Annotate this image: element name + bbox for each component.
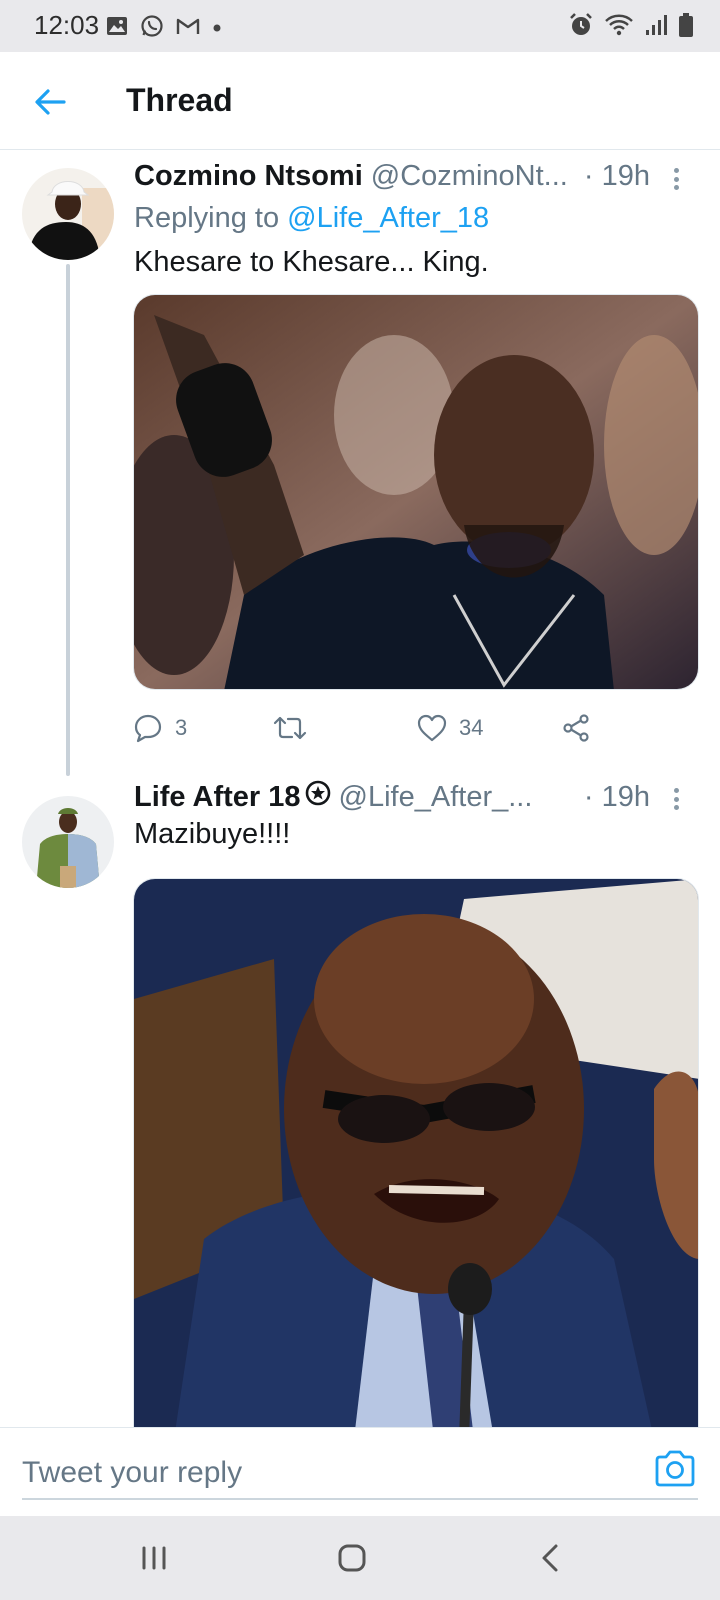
avatar[interactable] (22, 168, 114, 260)
system-navigation-bar (0, 1516, 720, 1600)
page-title: Thread (126, 82, 233, 118)
tweet-header: Life After 18 @Life_After_... · 19h (134, 780, 650, 814)
reply-icon (134, 714, 162, 743)
heart-icon (417, 714, 447, 742)
replying-to-prefix: Replying to (134, 202, 288, 234)
user-handle[interactable]: @Life_After_... (339, 781, 580, 814)
tweet-text: Mazibuye!!!! (134, 818, 291, 850)
tweet-image[interactable] (133, 878, 699, 1438)
like-count: 34 (459, 715, 484, 740)
recent-apps-icon (142, 1546, 166, 1570)
camera-icon (655, 1450, 695, 1487)
back-arrow-icon (35, 89, 66, 115)
reply-count: 3 (175, 715, 188, 740)
display-name[interactable]: Cozmino Ntsomi (134, 160, 363, 193)
home-button[interactable] (332, 1538, 372, 1578)
replying-to: Replying to @Life_After_18 (134, 202, 489, 235)
status-bar: 12:03 (0, 0, 720, 52)
avatar[interactable] (22, 796, 114, 888)
share-icon (563, 714, 589, 742)
verified-badge-icon (305, 780, 331, 806)
more-dot-icon (673, 168, 679, 173)
gmail-icon (176, 17, 200, 40)
retweet-button[interactable] (273, 706, 319, 750)
tweet-header: Cozmino Ntsomi @CozminoNt... · 19h (134, 160, 650, 193)
back-button[interactable] (28, 80, 72, 124)
more-options-button[interactable] (666, 784, 686, 814)
tweet[interactable]: Life After 18 @Life_After_... · 19h Mazi… (0, 780, 720, 1438)
display-name[interactable]: Life After 18 (134, 781, 301, 814)
mention-link[interactable]: @Life_After_18 (287, 202, 489, 234)
thread-line (66, 264, 70, 776)
tweet-actions: 3 34 (133, 706, 613, 750)
whatsapp-icon (140, 14, 164, 43)
recent-apps-button[interactable] (134, 1538, 174, 1578)
retweet-icon (273, 716, 307, 740)
signal-icon (644, 13, 668, 42)
tweet[interactable]: Cozmino Ntsomi @CozminoNt... · 19h Reply… (0, 150, 720, 780)
gallery-icon (106, 16, 128, 41)
wifi-icon (604, 13, 634, 42)
battery-icon (678, 12, 694, 43)
tweet-image[interactable] (133, 294, 699, 690)
tweet-time: · 19h (583, 781, 650, 813)
reply-button[interactable]: 3 (133, 706, 187, 750)
share-button[interactable] (561, 706, 591, 750)
more-options-button[interactable] (666, 164, 686, 194)
home-icon (338, 1544, 366, 1572)
dot-icon (212, 20, 222, 38)
camera-button[interactable] (652, 1446, 698, 1492)
user-handle[interactable]: @CozminoNt... (371, 160, 580, 193)
like-button[interactable]: 34 (417, 706, 483, 750)
system-icons (568, 12, 694, 43)
reply-composer (0, 1427, 720, 1517)
back-chevron-icon (542, 1544, 558, 1572)
thread-header: Thread (0, 52, 720, 150)
status-time: 12:03 (34, 10, 100, 40)
alarm-icon (568, 12, 594, 43)
notification-icons (106, 14, 222, 43)
back-nav-button[interactable] (530, 1538, 570, 1578)
tweet-time: · 19h (583, 160, 650, 192)
tweet-reply-input[interactable] (22, 1448, 698, 1500)
tweet-text: Khesare to Khesare... King. (134, 246, 489, 278)
